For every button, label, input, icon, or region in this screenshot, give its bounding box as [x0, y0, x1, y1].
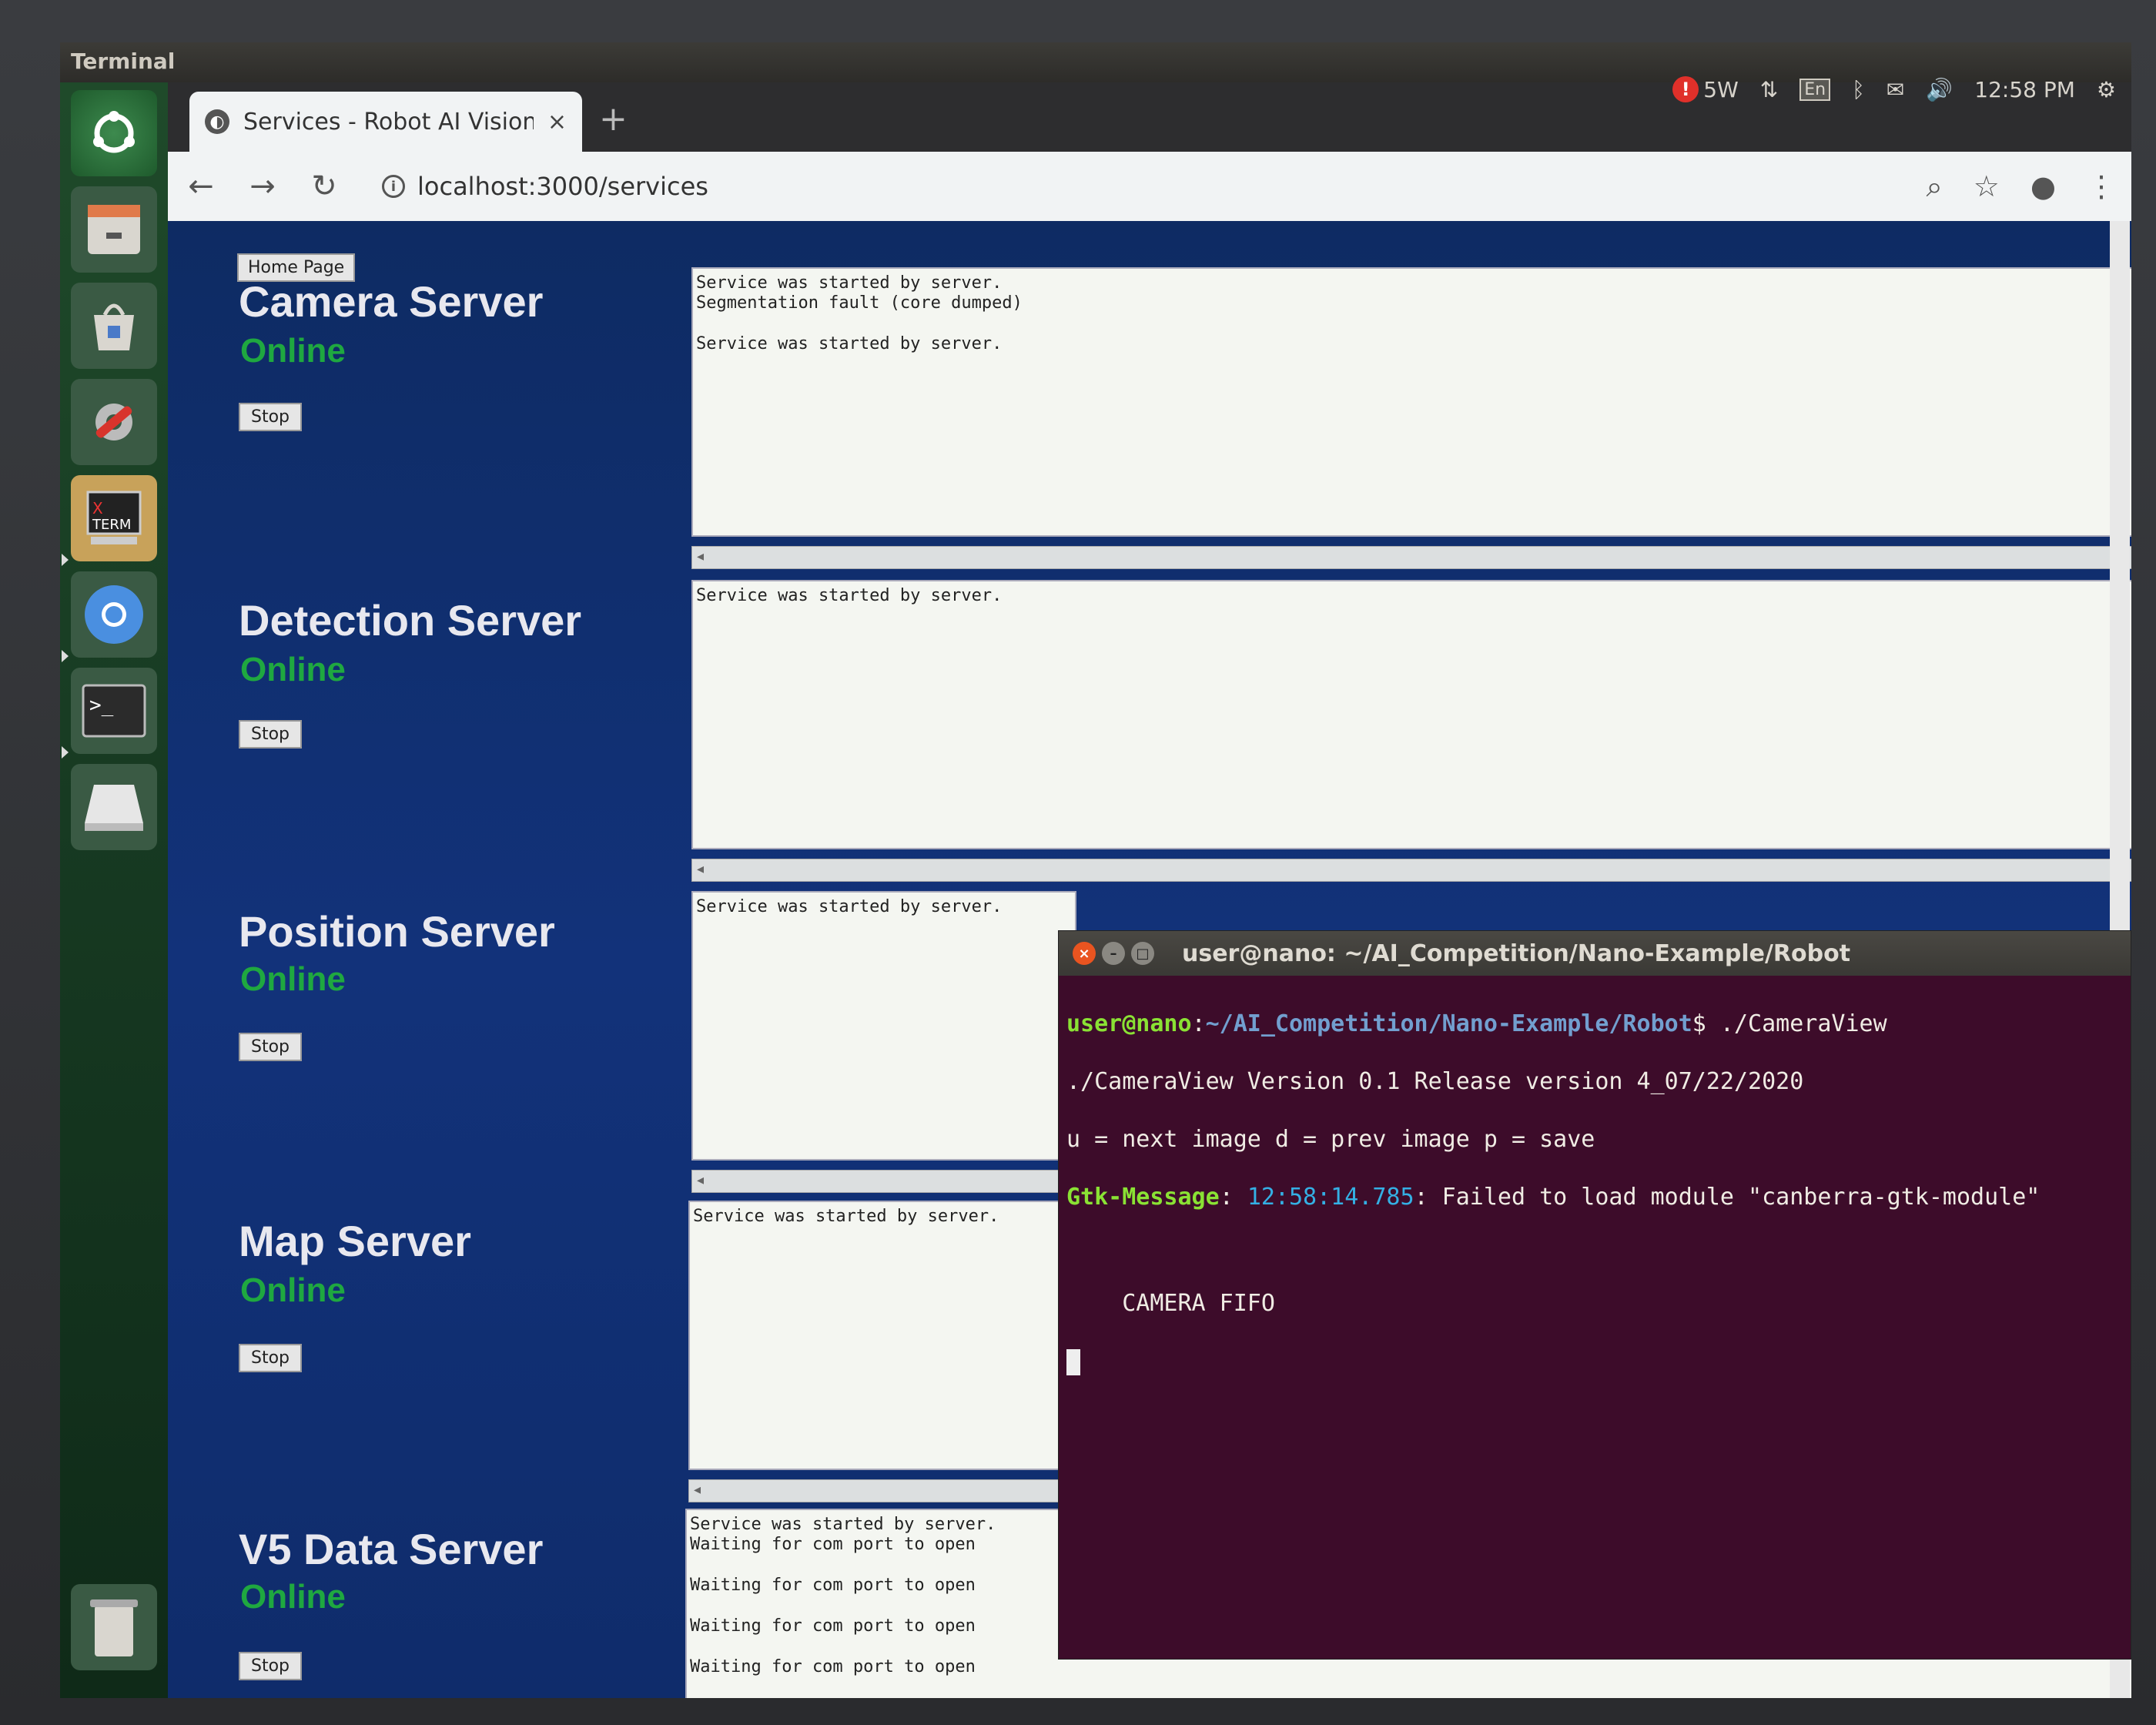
zoom-icon[interactable]: ⌕ [1926, 169, 1942, 204]
prompt-separator: : [1191, 1010, 1206, 1037]
close-tab-icon[interactable]: × [547, 109, 567, 136]
service-name: Camera Server [239, 277, 544, 326]
prompt-user: user@nano [1066, 1010, 1192, 1037]
power-indicator[interactable]: ! 5W [1672, 76, 1739, 102]
tab-services[interactable]: ◐ Services - Robot AI Vision × [189, 92, 582, 152]
service-name: V5 Data Server [239, 1525, 544, 1573]
drive-icon[interactable] [71, 764, 157, 850]
tab-title: Services - Robot AI Vision [243, 108, 534, 136]
horizontal-scrollbar[interactable]: ◂▸ [691, 859, 2131, 882]
bookmark-star-icon[interactable]: ☆ [1974, 169, 2000, 204]
profile-icon[interactable]: ● [2030, 169, 2056, 204]
service-name: Map Server [239, 1217, 471, 1265]
terminal-icon[interactable]: >_ [71, 668, 157, 754]
reload-icon[interactable]: ↻ [306, 169, 342, 204]
status-badge: Online [240, 1578, 346, 1616]
info-icon[interactable]: i [382, 175, 405, 198]
status-badge: Online [240, 332, 346, 370]
prompt-line: user@nano:~/AI_Competition/Nano-Example/… [1066, 1010, 2123, 1039]
horizontal-scrollbar[interactable]: ◂ [688, 1479, 1073, 1502]
service-name: Detection Server [239, 596, 582, 645]
software-center-icon[interactable] [71, 283, 157, 369]
output-line: CAMERA FIFO [1066, 1290, 1275, 1317]
system-settings-icon[interactable] [71, 379, 157, 465]
gtk-separator: : [1219, 1183, 1247, 1211]
log-output[interactable]: Service was started by server. [691, 580, 2131, 849]
screen: Terminal X TERM >_ ◐ Services - Robot AI… [60, 42, 2131, 1698]
status-badge: Online [240, 960, 346, 998]
clock[interactable]: 12:58 PM [1974, 77, 2075, 102]
running-indicator [62, 650, 69, 662]
svg-text:>_: >_ [89, 694, 114, 717]
horizontal-scrollbar[interactable]: ◂▸ [691, 546, 2131, 569]
file-manager-icon[interactable] [71, 186, 157, 273]
stop-button[interactable]: Stop [239, 1033, 303, 1061]
url-text[interactable]: localhost:3000/services [417, 172, 708, 201]
stop-button[interactable]: Stop [239, 1652, 303, 1680]
running-indicator [62, 746, 69, 759]
gtk-message: : Failed to load module "canberra-gtk-mo… [1414, 1183, 2040, 1211]
back-arrow-icon[interactable]: ← [183, 169, 219, 204]
address-bar[interactable]: i localhost:3000/services [368, 162, 1900, 211]
svg-text:X: X [92, 499, 103, 518]
log-output[interactable]: Service was started by server. Segmentat… [691, 267, 2131, 537]
keyboard-layout[interactable]: En [1799, 78, 1831, 101]
stop-button[interactable]: Stop [239, 1344, 303, 1372]
xterm-icon[interactable]: X TERM [71, 475, 157, 561]
stop-button[interactable]: Stop [239, 403, 303, 431]
minimize-icon[interactable]: – [1102, 942, 1125, 965]
gear-icon[interactable]: ⚙ [2097, 77, 2116, 102]
output-line: ./CameraView Version 0.1 Release version… [1066, 1067, 1804, 1095]
bluetooth-icon[interactable]: ᛒ [1852, 77, 1865, 102]
gtk-message-line: Gtk-Message: 12:58:14.785: Failed to loa… [1066, 1183, 2123, 1212]
status-badge: Online [240, 651, 346, 688]
gtk-label: Gtk-Message [1066, 1183, 1220, 1211]
globe-icon: ◐ [205, 109, 229, 134]
system-indicators: ! 5W ⇅ En ᛒ ✉ 🔊 12:58 PM ⚙ [1672, 70, 2116, 109]
alert-icon: ! [1672, 76, 1699, 102]
dash-home-icon[interactable] [71, 90, 157, 176]
maximize-icon[interactable]: □ [1131, 942, 1154, 965]
gtk-time: 12:58:14.785 [1247, 1183, 1414, 1211]
output-line: u = next image d = prev image p = save [1066, 1125, 1595, 1153]
status-badge: Online [240, 1271, 346, 1309]
service-name: Position Server [239, 907, 555, 956]
terminal-title: user@nano: ~/AI_Competition/Nano-Example… [1182, 940, 1851, 967]
mail-icon[interactable]: ✉ [1886, 77, 1904, 102]
trash-icon[interactable] [71, 1584, 157, 1670]
svg-text:TERM: TERM [92, 517, 131, 533]
power-value: 5W [1703, 76, 1739, 102]
network-icon[interactable]: ⇅ [1760, 77, 1778, 102]
browser-toolbar: ← → ↻ i localhost:3000/services ⌕ ☆ ● ⋮ [168, 152, 2131, 221]
stop-button[interactable]: Stop [239, 720, 303, 749]
cursor-line [1066, 1347, 2123, 1376]
log-output[interactable]: Service was started by server. [691, 891, 1076, 1161]
new-tab-button[interactable]: + [599, 99, 628, 139]
forward-arrow-icon[interactable]: → [245, 169, 280, 204]
prompt-command: $ ./CameraView [1692, 1010, 1887, 1037]
toolbar-actions: ⌕ ☆ ● ⋮ [1926, 169, 2116, 204]
chromium-icon[interactable] [71, 571, 157, 658]
terminal-titlebar[interactable]: × – □ user@nano: ~/AI_Competition/Nano-E… [1059, 931, 2131, 976]
active-app-title: Terminal [71, 49, 176, 74]
text-cursor [1066, 1348, 1080, 1375]
terminal-window: × – □ user@nano: ~/AI_Competition/Nano-E… [1058, 930, 2131, 1660]
log-output[interactable]: Service was started by server. [688, 1201, 1073, 1470]
prompt-path: ~/AI_Competition/Nano-Example/Robot [1205, 1010, 1692, 1037]
terminal-output[interactable]: user@nano:~/AI_Competition/Nano-Example/… [1066, 980, 2123, 1651]
launcher: X TERM >_ [60, 82, 168, 1698]
running-indicator [62, 554, 69, 566]
horizontal-scrollbar[interactable]: ◂ [691, 1170, 1076, 1193]
volume-icon[interactable]: 🔊 [1926, 77, 1953, 102]
menu-icon[interactable]: ⋮ [2087, 169, 2116, 204]
close-icon[interactable]: × [1073, 942, 1096, 965]
